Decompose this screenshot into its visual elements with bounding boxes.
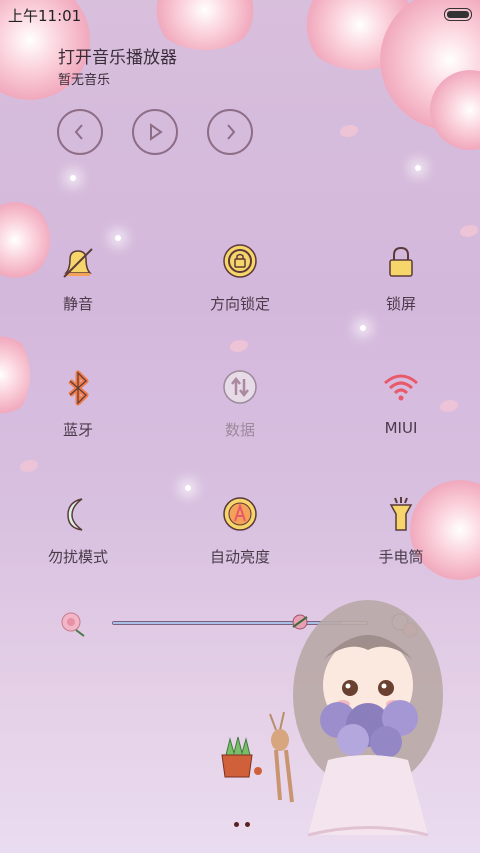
toggle-label: 蓝牙 [62,421,93,439]
status-time: 上午11:01 [8,7,82,25]
rotation-lock-icon [223,244,257,278]
wifi-icon [384,374,418,401]
chevron-right-icon [227,124,236,140]
chevron-left-icon [74,124,83,140]
toggle-mobile-data[interactable]: 数据 [180,367,300,440]
toggle-flashlight[interactable]: 手电筒 [341,494,461,567]
cactus-plant-icon [221,736,262,778]
music-subtitle: 暂无音乐 [58,73,111,88]
mobile-data-icon [223,370,257,404]
previous-button[interactable] [57,109,103,155]
toggle-label: 数据 [224,421,255,439]
page-dot[interactable] [245,822,250,827]
toggle-mute[interactable]: 静音 [18,241,138,314]
toggle-label: 方向锁定 [209,295,270,313]
page-dot[interactable] [234,822,239,827]
toggle-auto-brightness[interactable]: 自动亮度 [180,494,300,567]
toggle-do-not-disturb[interactable]: 勿扰模式 [18,494,138,567]
moon-icon [67,498,83,531]
toggle-label: 手电筒 [378,548,424,566]
bluetooth-icon [68,370,89,406]
toggle-label: 勿扰模式 [47,548,108,566]
status-bar: 上午11:01 [0,0,480,28]
toggle-label: 锁屏 [385,295,416,313]
play-icon [150,123,163,141]
auto-brightness-icon [223,497,257,531]
music-title[interactable]: 打开音乐播放器 [58,43,177,68]
deer-illustration [269,711,294,803]
toggle-rotation-lock[interactable]: 方向锁定 [180,241,300,314]
page-indicator[interactable] [231,812,253,831]
toggle-label: 静音 [62,295,93,313]
battery-icon [444,8,472,21]
flashlight-icon [389,497,413,531]
toggle-lock-screen[interactable]: 锁屏 [341,241,461,314]
play-button[interactable] [132,109,178,155]
rose-icon [61,612,85,637]
toggle-bluetooth[interactable]: 蓝牙 [18,367,138,440]
padlock-icon [389,246,413,277]
toggle-label: MIUI [384,419,418,437]
toggle-label: 自动亮度 [209,548,270,566]
next-button[interactable] [207,109,253,155]
bell-muted-icon [63,248,93,278]
toggle-wifi[interactable]: MIUI [341,367,461,437]
